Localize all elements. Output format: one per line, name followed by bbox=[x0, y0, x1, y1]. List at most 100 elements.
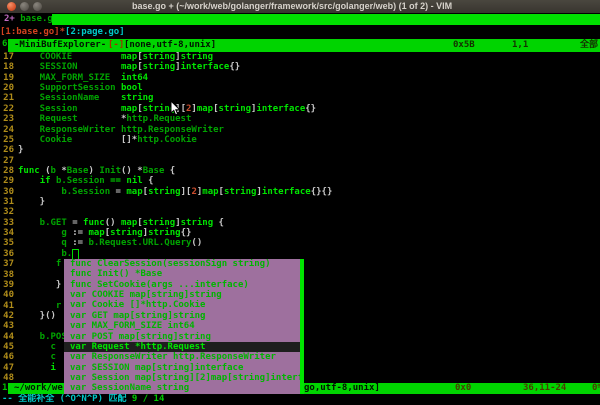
code-text: {} bbox=[181, 228, 192, 238]
line-number: 21 bbox=[0, 93, 14, 103]
code-line[interactable]: 18 SESSION map[string]interface{} bbox=[0, 62, 600, 72]
code-line[interactable]: 33 b.GET = func() map[string]string { bbox=[0, 218, 600, 228]
popup-item[interactable]: var MAX_FORM_SIZE int64 bbox=[64, 321, 304, 331]
code-text: string bbox=[219, 104, 252, 114]
code-text: bool bbox=[121, 83, 143, 93]
mbe-hex-value: 0x5B bbox=[453, 39, 475, 52]
buffer-item-base-go[interactable]: [1:base.go]* bbox=[0, 27, 65, 37]
window-title: base.go + (~/work/web/golanger/framework… bbox=[132, 1, 452, 11]
code-text: ResponseWriter bbox=[18, 125, 121, 135]
popup-item[interactable]: var POST map[string]string bbox=[64, 332, 304, 342]
mbe-name: -MiniBufExplorer- bbox=[14, 39, 112, 52]
code-text: string bbox=[224, 187, 257, 197]
popup-item[interactable]: var COOKIE map[string]string bbox=[64, 290, 304, 300]
code-line[interactable]: 24 ResponseWriter http.ResponseWriter bbox=[0, 125, 600, 135]
code-text: interface bbox=[256, 104, 305, 114]
line-number: 33 bbox=[0, 218, 14, 228]
status-file-path: ~/work/we bbox=[14, 383, 63, 394]
code-text: := bbox=[72, 228, 88, 238]
code-text: Init bbox=[99, 166, 121, 176]
line-number: 45 bbox=[0, 342, 14, 352]
vim-window: base.go + (~/work/web/golanger/framework… bbox=[0, 0, 600, 405]
popup-item[interactable]: func ClearSession(sessionSign string) bbox=[64, 259, 304, 269]
popup-item[interactable]: func Init() *Base bbox=[64, 269, 304, 279]
code-line[interactable]: 21 SessionName string bbox=[0, 93, 600, 103]
minimize-button[interactable] bbox=[20, 2, 29, 11]
tab-base-go[interactable]: 2+ base.go bbox=[4, 14, 58, 24]
popup-scrollbar[interactable] bbox=[300, 259, 304, 394]
code-text: () * bbox=[121, 166, 143, 176]
line-number: 18 bbox=[0, 62, 14, 72]
code-text: = bbox=[72, 218, 83, 228]
popup-item[interactable]: var Cookie []*http.Cookie bbox=[64, 300, 304, 310]
buffer-list-line: [1:base.go]*[2:page.go] bbox=[0, 26, 600, 39]
code-text: Cookie bbox=[18, 135, 121, 145]
line-number: 37 bbox=[0, 259, 14, 269]
popup-item[interactable]: func SetCookie(args ...interface) bbox=[64, 280, 304, 290]
code-text: func bbox=[18, 166, 45, 176]
tab-line: 2+ base.go bbox=[0, 13, 600, 26]
code-text: { bbox=[143, 176, 154, 186]
code-line[interactable]: 17 COOKIE map[string]string bbox=[0, 52, 600, 62]
code-text: := bbox=[72, 238, 88, 248]
code-line[interactable]: 36 b. bbox=[0, 249, 600, 259]
code-line[interactable]: 29 if b.Session == nil { bbox=[0, 176, 600, 186]
mbe-fileinfo: [none,utf-8,unix] bbox=[124, 39, 216, 52]
popup-item[interactable]: var ResponseWriter http.ResponseWriter bbox=[64, 352, 304, 362]
line-number: 35 bbox=[0, 238, 14, 248]
line-number: 29 bbox=[0, 176, 14, 186]
code-text: Base bbox=[143, 166, 165, 176]
code-text: {} bbox=[305, 104, 316, 114]
popup-item[interactable]: var SESSION map[string]interface bbox=[64, 363, 304, 373]
line-number: 27 bbox=[0, 156, 14, 166]
code-text: map bbox=[202, 187, 218, 197]
code-text: map bbox=[121, 104, 137, 114]
line-number: 17 bbox=[0, 52, 14, 62]
line-number: 24 bbox=[0, 125, 14, 135]
code-text: []* bbox=[121, 135, 137, 145]
code-line[interactable]: 25 Cookie []*http.Cookie bbox=[0, 135, 600, 145]
code-line[interactable]: 27 bbox=[0, 156, 600, 166]
code-line[interactable]: 28func (b *Base) Init() *Base { bbox=[0, 166, 600, 176]
code-text: c bbox=[18, 352, 56, 362]
code-text: r bbox=[18, 301, 61, 311]
line-number: 46 bbox=[0, 352, 14, 362]
code-line[interactable]: 30 b.Session = map[string][2]map[string]… bbox=[0, 187, 600, 197]
line-number: 28 bbox=[0, 166, 14, 176]
code-text: b.Session bbox=[18, 187, 116, 197]
line-number: 23 bbox=[0, 114, 14, 124]
code-line[interactable]: 19 MAX_FORM_SIZE int64 bbox=[0, 73, 600, 83]
code-line[interactable]: 31 } bbox=[0, 197, 600, 207]
code-text: string bbox=[181, 52, 214, 62]
code-text: } bbox=[18, 145, 23, 155]
code-text: Request bbox=[18, 114, 121, 124]
code-text: () bbox=[105, 218, 121, 228]
popup-item[interactable]: var GET map[string]string bbox=[64, 311, 304, 321]
mbe-statusline-fill: -MiniBufExplorer- [-] [none,utf-8,unix] … bbox=[8, 39, 600, 52]
code-line[interactable]: 20 SupportSession bool bbox=[0, 83, 600, 93]
code-line[interactable]: 35 q := b.Request.URL.Query() bbox=[0, 238, 600, 248]
code-text: SupportSession bbox=[18, 83, 121, 93]
popup-item[interactable]: var Request *http.Request bbox=[64, 342, 304, 352]
code-text: SESSION bbox=[18, 62, 121, 72]
close-button[interactable] bbox=[7, 2, 16, 11]
code-line[interactable]: 22 Session map[string][2]map[string]inte… bbox=[0, 104, 600, 114]
code-text: ) bbox=[88, 166, 99, 176]
code-text: q bbox=[18, 238, 72, 248]
code-text: func bbox=[83, 218, 105, 228]
code-line[interactable]: 32 bbox=[0, 207, 600, 217]
code-line[interactable]: 23 Request *http.Request bbox=[0, 114, 600, 124]
popup-item[interactable]: var SessionName string bbox=[64, 383, 304, 393]
maximize-button[interactable] bbox=[33, 2, 42, 11]
status-buffer-number: 1 bbox=[2, 383, 7, 393]
code-line[interactable]: 26} bbox=[0, 145, 600, 155]
completion-match-count: 9 / 14 bbox=[132, 394, 165, 404]
code-text: b.Session bbox=[56, 176, 110, 186]
buffer-item-page-go[interactable]: [2:page.go] bbox=[65, 27, 125, 37]
code-text: map bbox=[121, 52, 137, 62]
code-text: COOKIE bbox=[18, 52, 121, 62]
popup-item[interactable]: var Session map[string][2]map[string]int… bbox=[64, 373, 304, 383]
code-line[interactable]: 34 g := map[string]string{} bbox=[0, 228, 600, 238]
line-number: 19 bbox=[0, 73, 14, 83]
code-text: if bbox=[40, 176, 56, 186]
